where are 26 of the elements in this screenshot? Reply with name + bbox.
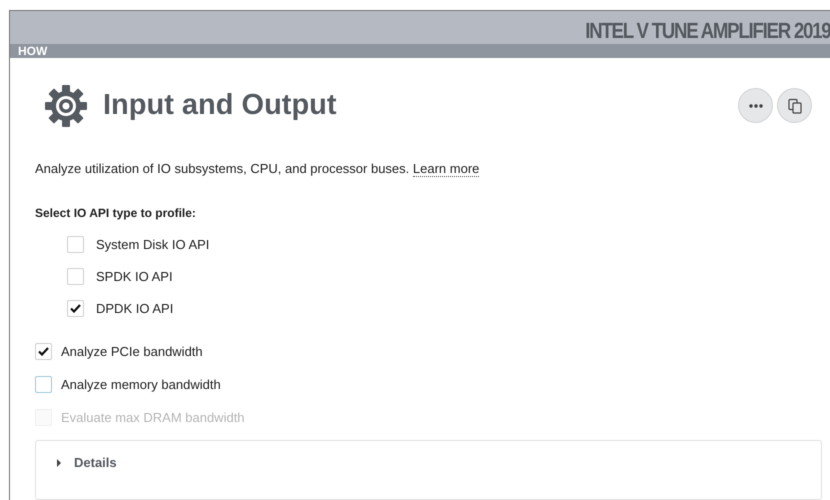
copy-button[interactable] [777, 88, 812, 123]
checkbox-label: SPDK IO API [96, 268, 173, 286]
checkmark-icon [38, 347, 49, 356]
caret-icon [56, 458, 62, 467]
checkbox-label: DPDK IO API [96, 300, 174, 318]
checkbox-label: Analyze PCIe bandwidth [61, 342, 203, 361]
analysis-description: Analyze utilization of IO subsystems, CPU, and processor buses. Learn more [35, 160, 480, 178]
checkbox[interactable] [35, 343, 52, 360]
checkbox-label: System Disk IO API [96, 236, 210, 254]
checkbox[interactable] [67, 268, 84, 285]
checkbox[interactable] [35, 376, 52, 393]
checkbox[interactable] [67, 236, 84, 253]
analysis-title: Input and Output [103, 88, 337, 123]
section-label: HOW [18, 44, 48, 57]
copy-icon [786, 98, 802, 114]
checkbox-label: Evaluate max DRAM bandwidth [61, 408, 245, 427]
learn-more-link[interactable]: Learn more [412, 160, 480, 176]
more-button[interactable] [738, 88, 773, 123]
product-title: INTEL V TUNE AMPLIFIER 2019 [584, 20, 830, 42]
api-heading: Select IO API type to profile: [35, 205, 197, 222]
details-toggle[interactable]: Details [56, 453, 117, 472]
checkbox-label: Analyze memory bandwidth [61, 376, 221, 394]
gear-icon [43, 82, 89, 128]
checkbox[interactable] [67, 300, 84, 317]
more-icon [748, 104, 762, 108]
checkmark-icon [70, 304, 81, 313]
